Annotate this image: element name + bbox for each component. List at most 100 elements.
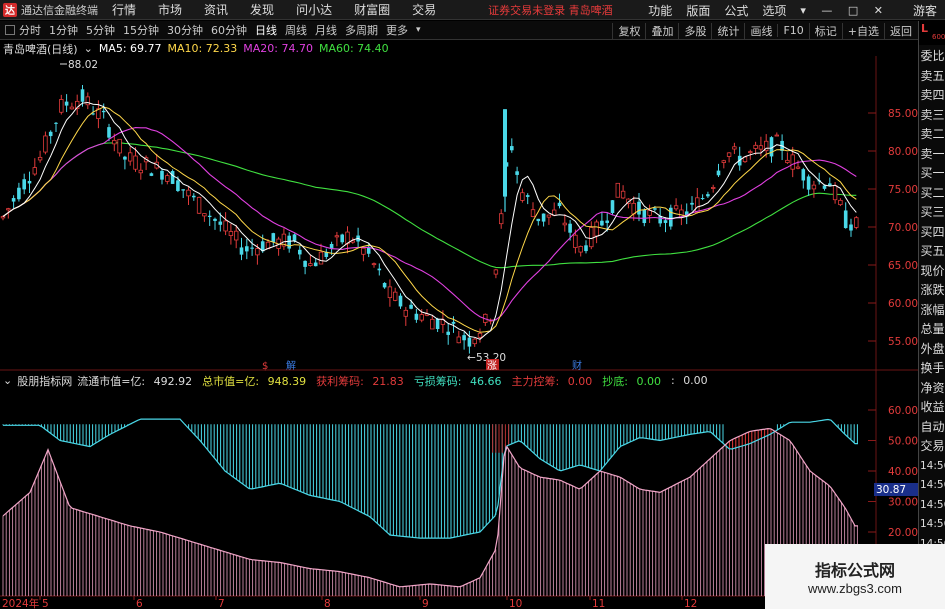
candle-body-down <box>716 170 721 176</box>
period-5min[interactable]: 5分钟 <box>86 22 115 38</box>
period-fenshi[interactable]: 分时 <box>19 22 41 38</box>
stock-title[interactable]: 青岛啤酒(日线) <box>3 41 78 57</box>
side-panel-badge[interactable]: L 600 <box>919 21 945 45</box>
side-panel-item[interactable]: 14:56 <box>920 515 945 534</box>
side-panel-item[interactable]: 涨幅 <box>920 301 945 320</box>
side-panel-item[interactable]: 卖二 <box>920 125 945 144</box>
side-panel-item[interactable]: 买四 <box>920 223 945 242</box>
period-60min[interactable]: 60分钟 <box>211 22 247 38</box>
side-panel-item[interactable]: 卖一 <box>920 145 945 164</box>
candle-body-up <box>127 152 133 162</box>
trade-login-alert[interactable]: 证券交易未登录 青岛啤酒 <box>488 2 613 18</box>
candle-body-up <box>419 314 424 321</box>
period-weekly[interactable]: 周线 <box>285 22 307 38</box>
period-15min[interactable]: 15分钟 <box>123 22 159 38</box>
marker-dollar[interactable]: $ <box>262 361 268 372</box>
menu-jiaoyi[interactable]: 交易 <box>412 1 436 18</box>
period-daily[interactable]: 日线 <box>255 22 277 38</box>
candle-body-down <box>11 198 16 202</box>
menu-xuanxiang[interactable]: 选项 <box>762 2 786 19</box>
candle-body-up <box>196 196 202 214</box>
candle-body-up <box>578 246 583 253</box>
settings-chevron-icon[interactable]: ⌄ <box>84 42 93 55</box>
candle-body-down <box>849 224 853 231</box>
period-30min[interactable]: 30分钟 <box>167 22 203 38</box>
candle-body-up <box>753 144 758 149</box>
x-tick-label: 11 <box>592 598 605 609</box>
indicator-name[interactable]: 股朋指标网 <box>17 373 72 389</box>
marker-cai[interactable]: 财 <box>572 359 582 372</box>
btn-biaoji[interactable]: 标记 <box>808 22 842 39</box>
side-panel-item[interactable]: 委比 <box>920 47 945 66</box>
candle-body-down <box>536 218 541 222</box>
menu-hangqing[interactable]: 行情 <box>112 1 136 18</box>
menu-right-group: 功能 版面 公式 选项 ▾ — □ ✕ 游客 <box>634 0 945 20</box>
side-panel-item[interactable]: 卖三 <box>920 106 945 125</box>
btn-tongji[interactable]: 统计 <box>711 22 744 39</box>
side-panel-item[interactable]: 买一 <box>920 164 945 183</box>
menu-banmian[interactable]: 版面 <box>686 2 710 19</box>
side-panel-item[interactable]: 14:56 <box>920 457 945 476</box>
side-panel-item[interactable]: 收益 <box>920 398 945 417</box>
candle-body-up <box>371 263 377 266</box>
candle-body-down <box>414 313 419 320</box>
candle-body-up <box>530 209 536 217</box>
indicator-settings-icon[interactable]: ⌄ <box>3 374 12 387</box>
side-panel-item[interactable]: 交易 <box>920 437 945 456</box>
marker-zhang[interactable]: 涨 <box>487 360 497 372</box>
menu-gongneng[interactable]: 功能 <box>648 2 672 19</box>
period-multi[interactable]: 多周期 <box>345 22 378 38</box>
side-panel-item[interactable]: 买三 <box>920 203 945 222</box>
kline-chart[interactable]: 85.00 80.00 75.00 70.00 65.00 60.00 55.00 60.0… <box>0 40 918 609</box>
side-panel-item[interactable]: 净资 <box>920 379 945 398</box>
candle-body-up <box>594 221 599 237</box>
candle-body-down <box>340 234 344 243</box>
candle-body-up <box>308 263 313 266</box>
period-more[interactable]: 更多 <box>386 22 408 38</box>
btn-fuquan[interactable]: 复权 <box>612 22 645 39</box>
ma60-value: MA60: 74.40 <box>318 42 389 55</box>
btn-add-watchlist[interactable]: +自选 <box>841 22 884 39</box>
menu-zixun[interactable]: 资讯 <box>204 1 228 18</box>
side-panel-item[interactable]: 总量 <box>920 320 945 339</box>
field-main-control: 主力控筹: 0.00 <box>511 374 593 388</box>
marker-jie[interactable]: 解 <box>286 359 296 372</box>
candle-body-up <box>711 187 716 189</box>
btn-huaxian[interactable]: 画线 <box>744 22 777 39</box>
more-chevron-icon[interactable]: ▾ <box>416 25 421 35</box>
side-panel-item[interactable]: 14:56 <box>920 476 945 495</box>
btn-duogu[interactable]: 多股 <box>678 22 711 39</box>
side-panel-item[interactable]: 现价 <box>920 262 945 281</box>
guest-button[interactable]: 游客 <box>913 2 937 19</box>
side-panel-item[interactable]: 买二 <box>920 184 945 203</box>
candle-body-down <box>510 146 514 151</box>
panel-toggle-icon[interactable] <box>5 25 15 35</box>
btn-back[interactable]: 返回 <box>884 22 917 39</box>
candle-body-up <box>456 336 461 344</box>
side-panel-item[interactable]: 换手 <box>920 359 945 378</box>
window-controls[interactable]: ▾ — □ ✕ <box>800 4 889 17</box>
side-panel-item[interactable]: 卖四 <box>920 86 945 105</box>
menu-faxian[interactable]: 发现 <box>250 1 274 18</box>
menu-shichang[interactable]: 市场 <box>158 1 182 18</box>
side-panel-item[interactable]: 14:56 <box>920 496 945 515</box>
side-panel-item[interactable]: 涨跌 <box>920 281 945 300</box>
side-panel-item[interactable]: 卖五 <box>920 67 945 86</box>
side-panel-item[interactable]: 买五 <box>920 242 945 261</box>
btn-f10[interactable]: F10 <box>777 24 808 37</box>
period-1min[interactable]: 1分钟 <box>49 22 78 38</box>
menu-wenxiaoda[interactable]: 问小达 <box>296 1 332 18</box>
candle-body-up <box>758 145 764 150</box>
period-monthly[interactable]: 月线 <box>315 22 337 38</box>
candle-body-down <box>287 235 291 249</box>
candle-body-down <box>843 210 848 229</box>
ind-y-tick-label: 20.00 <box>888 527 918 539</box>
btn-diejia[interactable]: 叠加 <box>645 22 678 39</box>
candle-body-down <box>17 187 21 200</box>
side-panel-item[interactable]: 外盘 <box>920 340 945 359</box>
menu-gongshi[interactable]: 公式 <box>724 2 748 19</box>
menu-caifuquan[interactable]: 财富圈 <box>354 1 390 18</box>
candle-body-down <box>605 220 609 223</box>
candle-body-down <box>446 331 450 335</box>
side-panel-item[interactable]: 自动 <box>920 418 945 437</box>
